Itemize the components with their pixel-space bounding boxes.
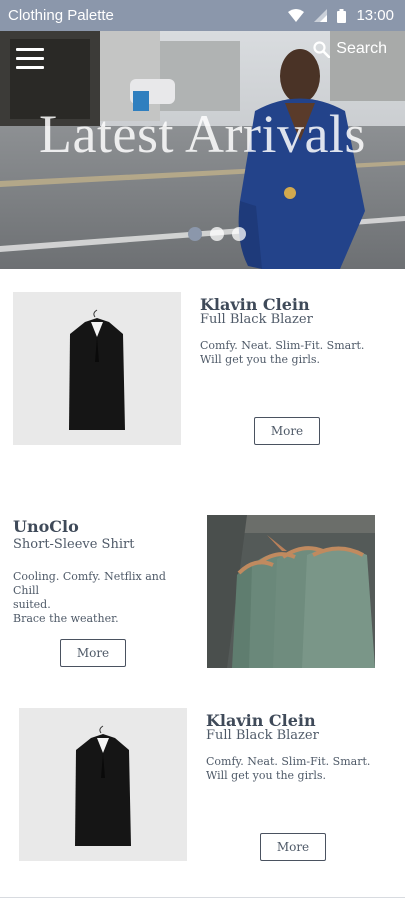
blazer-picture <box>75 725 131 846</box>
carousel-dot-1[interactable] <box>188 227 202 241</box>
product-brand: UnoClo <box>13 517 79 536</box>
description-line: Will get you the girls. <box>200 353 321 366</box>
carousel-indicator <box>188 227 246 241</box>
search-label: Search <box>336 40 387 57</box>
blazer-picture <box>69 309 125 430</box>
product-name: Full Black Blazer <box>206 728 319 743</box>
description-line: suited. <box>13 598 51 611</box>
carousel-dot-3[interactable] <box>232 227 246 241</box>
hero-banner[interactable]: Search Latest Arrivals <box>0 31 405 269</box>
product-image-shirts[interactable] <box>207 515 375 668</box>
product-card-1: Klavin Clein Full Black Blazer Comfy. Ne… <box>0 270 405 470</box>
more-button[interactable]: More <box>60 639 126 667</box>
app-name: Clothing Palette <box>8 7 114 24</box>
description-line: Will get you the girls. <box>206 769 327 782</box>
product-name: Short-Sleeve Shirt <box>13 537 135 552</box>
product-image-blazer[interactable] <box>19 708 187 861</box>
wifi-icon <box>288 9 305 22</box>
bottom-divider <box>0 897 405 898</box>
status-bar: Clothing Palette 13:00 <box>0 0 405 31</box>
description-line: Comfy. Neat. Slim-Fit. Smart. <box>206 755 371 768</box>
shirts-picture <box>207 515 375 668</box>
product-description: Comfy. Neat. Slim-Fit. Smart. Will get y… <box>200 339 390 367</box>
search-icon <box>313 40 331 58</box>
product-card-3: Klavin Clein Full Black Blazer Comfy. Ne… <box>0 690 405 890</box>
hero-title: Latest Arrivals <box>39 104 366 164</box>
more-button[interactable]: More <box>254 417 320 445</box>
carousel-dot-2[interactable] <box>210 227 224 241</box>
product-description: Comfy. Neat. Slim-Fit. Smart. Will get y… <box>206 755 396 783</box>
description-line: Brace the weather. <box>13 612 119 625</box>
menu-icon[interactable] <box>16 48 44 70</box>
product-image-blazer[interactable] <box>13 292 181 445</box>
description-line: Comfy. Neat. Slim-Fit. Smart. <box>200 339 365 352</box>
search-button[interactable]: Search <box>313 40 387 58</box>
status-icons: 13:00 <box>288 7 394 24</box>
product-card-2: UnoClo Short-Sleeve Shirt Cooling. Comfy… <box>0 500 405 680</box>
product-name: Full Black Blazer <box>200 312 313 327</box>
clock: 13:00 <box>356 7 394 24</box>
more-button[interactable]: More <box>260 833 326 861</box>
battery-icon <box>337 8 347 23</box>
signal-icon <box>314 9 328 22</box>
description-line: Cooling. Comfy. Netflix and Chill <box>13 570 166 597</box>
product-description: Cooling. Comfy. Netflix and Chill suited… <box>13 570 193 626</box>
